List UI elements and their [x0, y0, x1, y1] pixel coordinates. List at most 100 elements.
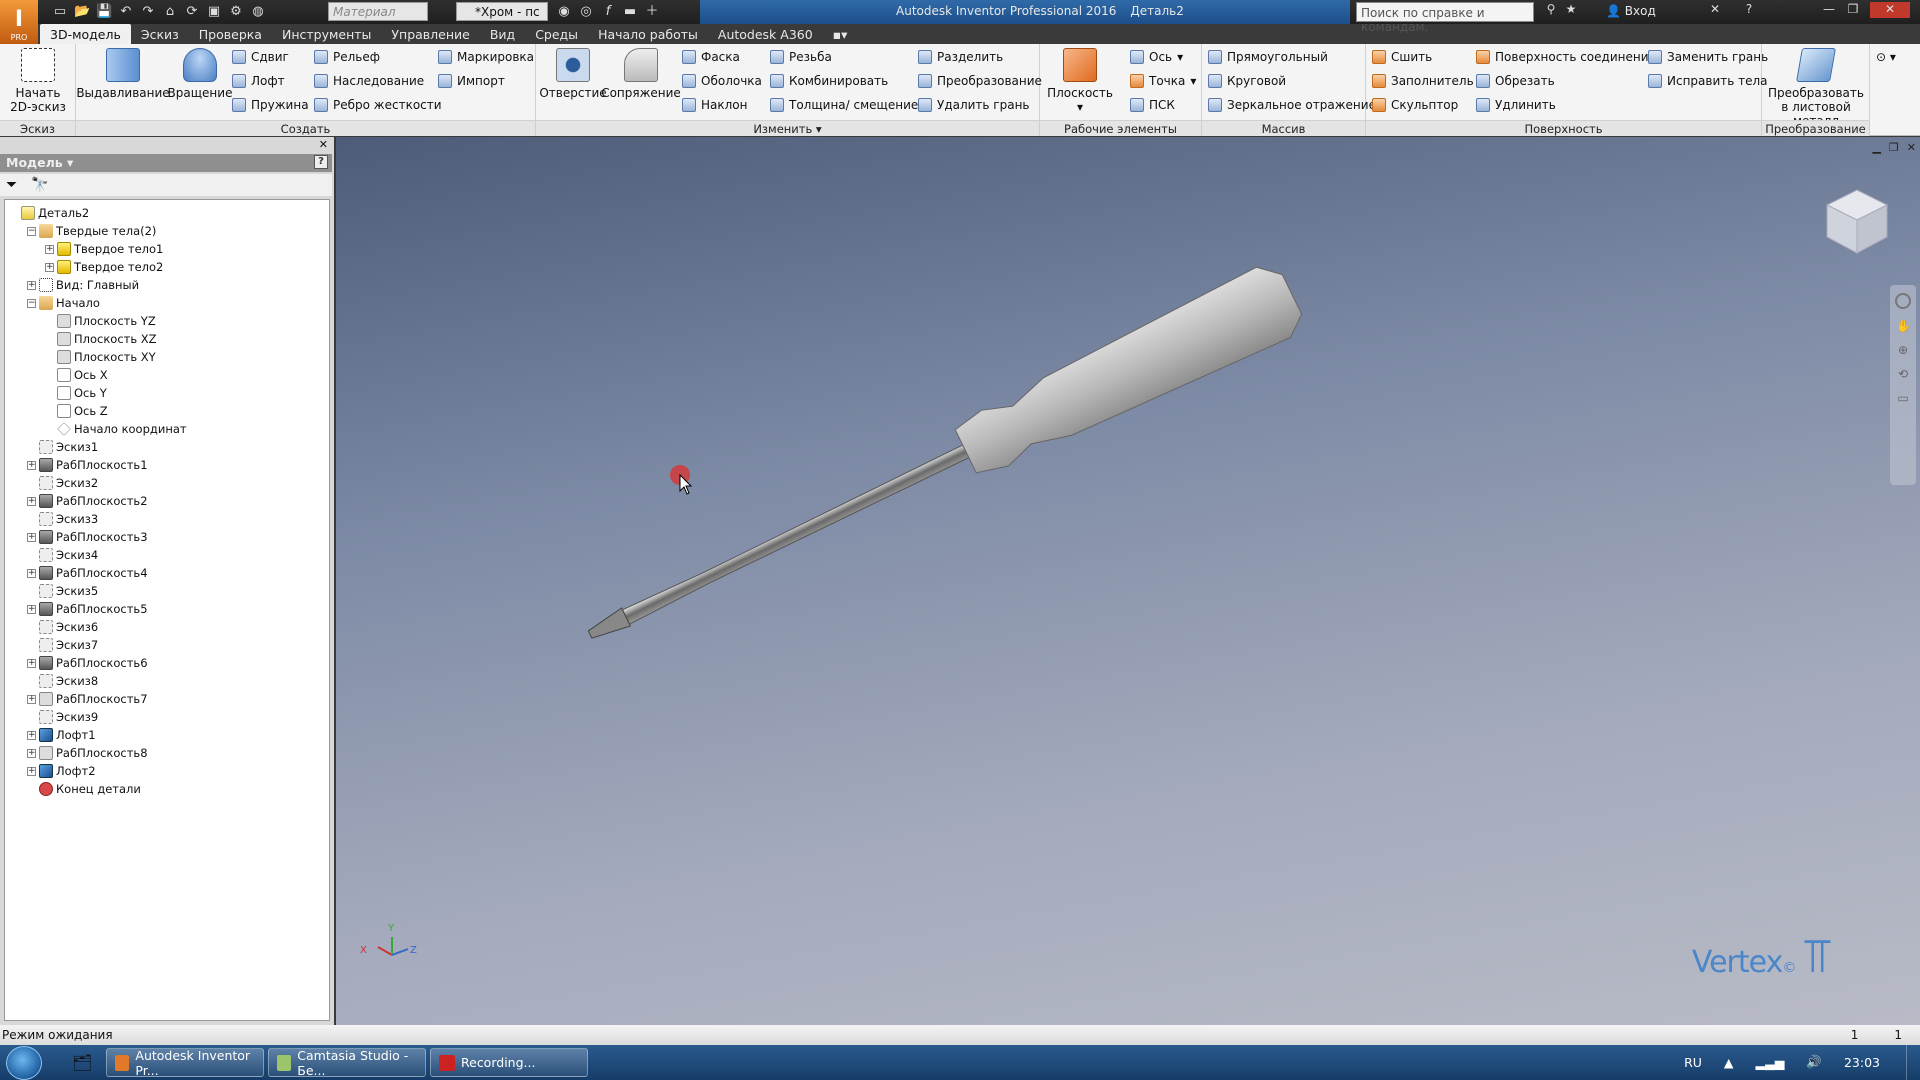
- tab-manage[interactable]: Управление: [381, 24, 479, 44]
- tab-view[interactable]: Вид: [480, 24, 525, 44]
- collapse-icon[interactable]: −: [27, 226, 36, 236]
- explorer-icon[interactable]: 🗂: [72, 1053, 92, 1072]
- material-dropdown[interactable]: Материал: [328, 2, 428, 21]
- model-3d-screwdriver[interactable]: X Y Z: [336, 137, 1920, 1025]
- expand-icon[interactable]: +: [27, 766, 36, 776]
- tree-node[interactable]: Деталь2: [9, 204, 89, 222]
- emboss-button[interactable]: Рельеф: [314, 48, 380, 66]
- parameters-icon[interactable]: f: [600, 4, 616, 20]
- revolve-button[interactable]: Вращение: [164, 48, 236, 100]
- viewcube[interactable]: [1822, 185, 1892, 255]
- taskbar-camtasia[interactable]: Camtasia Studio - Бе...: [268, 1048, 426, 1078]
- tab-3d-model[interactable]: 3D-модель: [40, 24, 131, 44]
- exchange-apps-icon[interactable]: ✕: [1704, 2, 1726, 18]
- tab-overflow-icon[interactable]: ▪▾: [823, 24, 858, 44]
- direct-edit-button[interactable]: Преобразование: [918, 72, 1042, 90]
- tree-node[interactable]: + РабПлоскость2: [27, 492, 148, 510]
- tab-a360[interactable]: Autodesk A360: [708, 24, 823, 44]
- pan-icon[interactable]: ✋: [1896, 319, 1911, 333]
- draft-button[interactable]: Наклон: [682, 96, 747, 114]
- undo-icon[interactable]: ↶: [118, 4, 134, 20]
- orbit-icon[interactable]: ⟲: [1896, 367, 1910, 381]
- expand-icon[interactable]: +: [27, 568, 36, 578]
- redo-icon[interactable]: ↷: [140, 4, 156, 20]
- volume-icon[interactable]: 🔊: [1806, 1054, 1822, 1070]
- import-button[interactable]: Импорт: [438, 72, 505, 90]
- update-icon[interactable]: ⟳: [184, 4, 200, 20]
- application-menu-button[interactable]: I PRO: [0, 0, 38, 44]
- tab-get-started[interactable]: Начало работы: [588, 24, 708, 44]
- look-at-icon[interactable]: ▭: [1896, 391, 1910, 405]
- browser-close-icon[interactable]: ✕: [319, 138, 328, 151]
- stitch-button[interactable]: Сшить: [1372, 48, 1432, 66]
- tree-node[interactable]: + Лофт2: [27, 762, 96, 780]
- clear-appearance-icon[interactable]: ◎: [578, 4, 594, 20]
- home-icon[interactable]: ⌂: [162, 4, 178, 20]
- expand-icon[interactable]: +: [27, 604, 36, 614]
- tree-node[interactable]: + РабПлоскость8: [27, 744, 148, 762]
- chamfer-button[interactable]: Фаска: [682, 48, 740, 66]
- material-icon[interactable]: ◍: [250, 4, 266, 20]
- restore-icon[interactable]: ❐: [1842, 2, 1864, 18]
- expand-icon[interactable]: +: [27, 694, 36, 704]
- expand-icon[interactable]: +: [27, 460, 36, 470]
- extrude-button[interactable]: Выдавливание: [76, 48, 170, 100]
- tree-node[interactable]: + РабПлоскость1: [27, 456, 148, 474]
- shell-button[interactable]: Оболочка: [682, 72, 762, 90]
- tree-node[interactable]: + РабПлоскость4: [27, 564, 148, 582]
- sweep-button[interactable]: Сдвиг: [232, 48, 289, 66]
- tree-node[interactable]: Эскиз3: [27, 510, 98, 528]
- collapse-icon[interactable]: −: [27, 298, 36, 308]
- delete-face-button[interactable]: Удалить грань: [918, 96, 1030, 114]
- tab-tools[interactable]: Инструменты: [272, 24, 381, 44]
- tree-node[interactable]: Эскиз1: [27, 438, 98, 456]
- ucs-button[interactable]: ПСК: [1130, 96, 1175, 114]
- expand-icon[interactable]: +: [27, 532, 36, 542]
- combine-button[interactable]: Комбинировать: [770, 72, 888, 90]
- modify-panel-dropdown[interactable]: Изменить ▾: [536, 120, 1039, 136]
- hole-button[interactable]: Отверстие: [539, 48, 607, 100]
- repair-bodies-button[interactable]: Исправить тела: [1648, 72, 1768, 90]
- replace-face-button[interactable]: Заменить грань: [1648, 48, 1768, 66]
- extend-button[interactable]: Удлинить: [1476, 96, 1556, 114]
- thicken-offset-button[interactable]: Толщина/ смещение: [770, 96, 918, 114]
- tree-node[interactable]: Эскиз6: [27, 618, 98, 636]
- properties-icon[interactable]: ⚙: [228, 4, 244, 20]
- tree-node[interactable]: Плоскость YZ: [45, 312, 156, 330]
- point-button[interactable]: Точка ▾: [1130, 72, 1196, 90]
- fillet-button[interactable]: Сопряжение: [601, 48, 681, 100]
- tree-node[interactable]: Эскиз4: [27, 546, 98, 564]
- tab-environments[interactable]: Среды: [525, 24, 588, 44]
- expand-icon[interactable]: +: [27, 730, 36, 740]
- tree-node[interactable]: + Вид: Главный: [27, 276, 139, 294]
- appearance-dropdown[interactable]: *Хром - пс: [456, 2, 548, 21]
- taskbar-inventor[interactable]: Autodesk Inventor Pr...: [106, 1048, 264, 1078]
- tree-node[interactable]: Эскиз5: [27, 582, 98, 600]
- thread-button[interactable]: Резьба: [770, 48, 832, 66]
- expand-icon[interactable]: +: [27, 658, 36, 668]
- tree-node[interactable]: + Твердое тело2: [45, 258, 163, 276]
- adjust-appearance-icon[interactable]: ◉: [556, 4, 572, 20]
- language-indicator[interactable]: RU: [1684, 1055, 1702, 1070]
- sculpt-button[interactable]: Скульптор: [1372, 96, 1458, 114]
- tree-node[interactable]: + Лофт1: [27, 726, 96, 744]
- start-2d-sketch-button[interactable]: Начать 2D-эскиз: [8, 48, 68, 114]
- clock[interactable]: 23:03: [1844, 1055, 1880, 1070]
- show-desktop-button[interactable]: [1906, 1045, 1920, 1080]
- browser-help-icon[interactable]: ?: [314, 155, 328, 169]
- axis-button[interactable]: Ось ▾: [1130, 48, 1183, 66]
- tab-inspect[interactable]: Проверка: [189, 24, 272, 44]
- browser-header[interactable]: Модель ▾ ?: [0, 154, 332, 172]
- tree-node[interactable]: Плоскость XZ: [45, 330, 157, 348]
- tree-node[interactable]: Эскиз9: [27, 708, 98, 726]
- tree-node[interactable]: + РабПлоскость6: [27, 654, 148, 672]
- coil-button[interactable]: Пружина: [232, 96, 309, 114]
- rectangular-pattern-button[interactable]: Прямоугольный: [1208, 48, 1328, 66]
- network-icon[interactable]: ▂▃▅: [1756, 1055, 1785, 1070]
- close-icon[interactable]: ✕: [1870, 2, 1910, 18]
- steering-wheel-icon[interactable]: [1895, 293, 1911, 309]
- trim-button[interactable]: Обрезать: [1476, 72, 1555, 90]
- tree-node[interactable]: − Начало: [27, 294, 100, 312]
- expand-icon[interactable]: +: [27, 496, 36, 506]
- tree-node[interactable]: Ось Y: [45, 384, 107, 402]
